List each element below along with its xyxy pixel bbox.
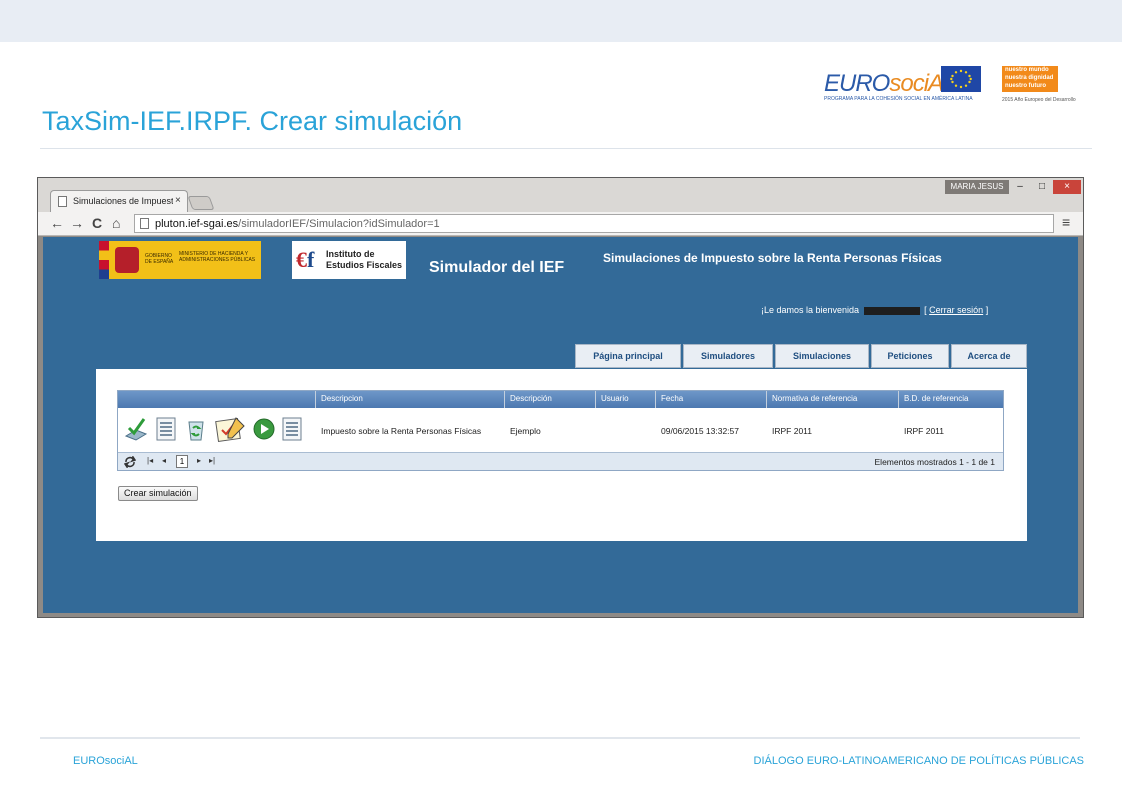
nm-footer: 2015 Año Europeo del Desarrollo (1002, 97, 1076, 103)
column-header-bd[interactable]: B.D. de referencia (904, 394, 968, 403)
maximize-button[interactable]: □ (1031, 180, 1053, 194)
nm-line-1: nuestro mundo (1005, 67, 1049, 73)
cell-normativa: IRPF 2011 (772, 426, 813, 436)
page-number-input[interactable]: 1 (176, 455, 188, 468)
last-page-icon[interactable]: ▸| (209, 456, 215, 465)
column-header-normativa[interactable]: Normativa de referencia (772, 394, 857, 403)
web-page: GOBIERNO DE ESPAÑA MINISTERIO DE HACIEND… (43, 237, 1078, 613)
nm-line-2: nuestra dignidad (1005, 75, 1054, 81)
eurosocial-tagline: PROGRAMA PARA LA COHESIÓN SOCIAL EN AMÉR… (824, 96, 973, 102)
eurosocial-logo: EUROsociAL PROGRAMA PARA LA COHESIÓN SOC… (820, 58, 990, 106)
list-icon[interactable] (154, 416, 178, 442)
next-page-icon[interactable]: ▸ (197, 456, 201, 465)
cell-fecha: 09/06/2015 13:32:57 (661, 426, 739, 436)
gobierno-text: GOBIERNO DE ESPAÑA (145, 253, 174, 265)
browser-tab[interactable]: Simulaciones de Impuesto × (50, 190, 188, 212)
prev-page-icon[interactable]: ◂ (162, 456, 166, 465)
footer-tagline: DIÁLOGO EURO-LATINOAMERICANO DE POLÍTICA… (753, 755, 1084, 767)
welcome-text: ¡Le damos la bienvenida (761, 305, 860, 315)
column-header-descripcion-2[interactable]: Descripción (510, 394, 552, 403)
eurosocial-wordmark: EUROsociAL (824, 70, 956, 98)
page-icon (58, 196, 67, 207)
url-path: /simuladorIEF/Simulacion?idSimulador=1 (238, 218, 440, 230)
create-simulation-button[interactable]: Crear simulación (118, 486, 198, 501)
coat-of-arms-icon (115, 247, 139, 273)
grid-header: Descripcion Descripción Usuario Fecha No… (118, 391, 1003, 408)
title-divider (40, 148, 1092, 149)
column-header-descripcion[interactable]: Descripcion (321, 394, 363, 403)
nm-line-3: nuestro futuro (1005, 83, 1046, 89)
ief-text: Instituto de Estudios Fiscales (326, 249, 403, 270)
browser-tab-title: Simulaciones de Impuesto (73, 196, 173, 206)
validate-icon[interactable] (124, 416, 148, 442)
tab-simulaciones[interactable]: Simulaciones (775, 344, 869, 368)
page-icon (140, 218, 149, 229)
close-window-button[interactable]: × (1053, 180, 1081, 194)
logout-bracket-close: ] (985, 305, 989, 315)
ief-logo: €f Instituto de Estudios Fiscales (292, 241, 406, 279)
footer-brand: EUROsociAL (73, 755, 138, 767)
slide-title: TaxSim-IEF.IRPF. Crear simulación (42, 106, 463, 136)
footer-divider (40, 737, 1080, 739)
recycle-bin-icon[interactable] (184, 416, 208, 442)
tab-peticiones[interactable]: Peticiones (871, 344, 949, 368)
gobierno-logo: GOBIERNO DE ESPAÑA MINISTERIO DE HACIEND… (99, 241, 261, 279)
minimize-button[interactable]: – (1009, 180, 1031, 194)
browser-toolbar: ← → C ⌂ pluton.ief-sgai.es/simuladorIEF/… (38, 212, 1083, 236)
partner-logos: EUROsociAL PROGRAMA PARA LA COHESIÓN SOC… (820, 58, 1082, 108)
cell-descripcion: Impuesto sobre la Renta Personas Físicas (321, 426, 482, 436)
ministerio-text: MINISTERIO DE HACIENDA Y ADMINISTRACIONE… (179, 251, 256, 263)
eurosocial-euro: EURO (824, 70, 890, 97)
tab-close-icon[interactable]: × (175, 195, 181, 206)
nuestro-mundo-logo: nuestro mundo nuestra dignidad nuestro f… (1002, 66, 1082, 106)
ief-mark-icon: €f (296, 247, 315, 272)
slide-top-bar (0, 0, 1122, 42)
reload-icon[interactable]: C (92, 215, 102, 231)
simulator-title: Simulador del IEF (429, 259, 565, 276)
eu-flag-icon (941, 66, 981, 92)
column-header-usuario[interactable]: Usuario (601, 394, 629, 403)
table-row[interactable]: Impuesto sobre la Renta Personas Físicas… (118, 408, 1003, 452)
redacted-username (863, 306, 920, 315)
logout-bracket-open: [ (924, 305, 927, 315)
edit-document-icon[interactable] (214, 416, 246, 442)
first-page-icon[interactable]: |◂ (147, 456, 153, 465)
url-host: pluton.ief-sgai.es (155, 218, 239, 230)
nuestro-mundo-block: nuestro mundo nuestra dignidad nuestro f… (1002, 66, 1058, 92)
profile-badge[interactable]: MARIA JESUS (945, 180, 1009, 194)
page-heading: Simulaciones de Impuesto sobre la Renta … (603, 251, 942, 265)
simulations-grid: Descripcion Descripción Usuario Fecha No… (117, 390, 1004, 471)
column-header-fecha[interactable]: Fecha (661, 394, 683, 403)
content-panel: Descripcion Descripción Usuario Fecha No… (96, 369, 1027, 541)
welcome-message: ¡Le damos la bienvenida [ Cerrar sesión … (761, 305, 988, 315)
logout-link[interactable]: Cerrar sesión (929, 305, 983, 315)
tab-simuladores[interactable]: Simuladores (683, 344, 773, 368)
tab-pagina-principal[interactable]: Página principal (575, 344, 681, 368)
refresh-icon[interactable] (124, 456, 136, 468)
browser-window: Simulaciones de Impuesto × MARIA JESUS –… (37, 177, 1084, 618)
records-count: Elementos mostrados 1 - 1 de 1 (874, 457, 995, 467)
grid-pager: |◂ ◂ 1 ▸ ▸| Elementos mostrados 1 - 1 de… (118, 452, 1003, 470)
address-bar[interactable]: pluton.ief-sgai.es/simuladorIEF/Simulaci… (134, 214, 1054, 233)
browser-menu-icon[interactable]: ≡ (1062, 214, 1070, 230)
spain-flag-icon (99, 241, 109, 279)
new-tab-button[interactable] (187, 196, 215, 210)
results-list-icon[interactable] (280, 416, 304, 442)
forward-arrow-icon[interactable]: → (70, 215, 84, 231)
run-icon[interactable] (252, 416, 276, 442)
url-text: pluton.ief-sgai.es/simuladorIEF/Simulaci… (155, 218, 440, 230)
cell-bd: IRPF 2011 (904, 426, 945, 436)
browser-chrome: Simulaciones de Impuesto × MARIA JESUS –… (38, 178, 1083, 236)
back-arrow-icon[interactable]: ← (50, 215, 64, 231)
tab-acerca-de[interactable]: Acerca de (951, 344, 1027, 368)
cell-descripcion-2: Ejemplo (510, 426, 541, 436)
home-icon[interactable]: ⌂ (112, 215, 120, 231)
